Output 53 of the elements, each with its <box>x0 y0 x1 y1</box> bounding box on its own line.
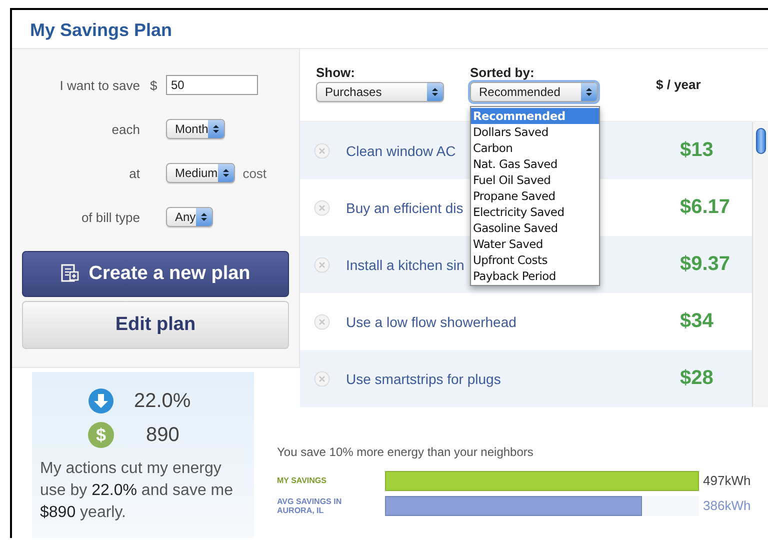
dropdown-select[interactable]: Month <box>166 119 226 139</box>
savings-amount: $13 <box>680 139 714 162</box>
field-label: I want to save <box>60 78 141 92</box>
scrollbar[interactable] <box>752 122 768 407</box>
menu-option[interactable]: Carbon <box>471 140 599 156</box>
field-label: at <box>129 166 141 180</box>
field-label: of bill type <box>81 210 141 224</box>
sort-label: Sorted by: <box>470 65 536 80</box>
bar-label: MY SAVINGS <box>277 476 328 485</box>
menu-option[interactable]: Upfront Costs <box>471 252 599 268</box>
edit-plan-button[interactable]: Edit plan <box>22 301 289 349</box>
scroll-thumb[interactable] <box>756 128 766 154</box>
summary-text: My actions cut my energy use by 22.0% and save me $890 yearly. <box>40 459 234 523</box>
sort-select[interactable]: Recommended <box>470 82 598 102</box>
show-select[interactable]: Purchases <box>316 82 444 102</box>
action-link[interactable]: Use smartstrips for plugs <box>346 370 566 386</box>
dropdown-select[interactable]: Medium <box>166 163 235 183</box>
show-label: Show: <box>316 65 356 80</box>
remove-icon[interactable] <box>314 314 330 330</box>
menu-option[interactable]: Fuel Oil Saved <box>471 172 599 188</box>
document-icon <box>60 264 79 284</box>
dollar-icon: $ <box>88 422 114 448</box>
create-plan-button[interactable]: Create a new plan <box>22 251 289 297</box>
menu-option[interactable]: Electricity Saved <box>471 204 599 220</box>
menu-option[interactable]: Payback Period <box>471 268 599 284</box>
menu-option[interactable]: Water Saved <box>471 236 599 252</box>
menu-option[interactable]: Dollars Saved <box>471 124 599 140</box>
amount-field[interactable]: 50 <box>166 75 258 95</box>
savings-amount: $6.17 <box>680 196 732 219</box>
menu-option[interactable]: Propane Saved <box>471 188 599 204</box>
bar-reading: 497kWh <box>702 473 752 488</box>
remove-icon[interactable] <box>314 142 330 158</box>
remove-icon[interactable] <box>314 370 330 386</box>
savings-amount: $9.37 <box>680 253 732 276</box>
stat-value: 22.0% <box>134 390 191 412</box>
currency-sign: $ <box>150 78 158 92</box>
action-link[interactable]: Use a low flow showerhead <box>346 314 566 330</box>
page-title: My Savings Plan <box>29 19 174 42</box>
field-suffix: cost <box>242 166 267 180</box>
dropdown-select[interactable]: Any <box>166 207 213 227</box>
menu-option[interactable]: Gasoline Saved <box>471 220 599 236</box>
bar-label: AVG SAVINGS IN AURORA, IL <box>277 496 343 514</box>
menu-option[interactable]: Recommended <box>471 108 599 124</box>
bar-reading: 386kWh <box>702 498 752 513</box>
field-label: each <box>112 122 141 136</box>
savings-amount: $34 <box>680 310 714 333</box>
remove-icon[interactable] <box>314 256 330 272</box>
comparison-caption: You save 10% more energy than your neighbors <box>277 445 534 459</box>
column-header: $ / year <box>656 77 701 94</box>
remove-icon[interactable] <box>314 200 330 216</box>
stat-value: 890 <box>145 424 180 446</box>
savings-amount: $28 <box>680 367 714 390</box>
menu-option[interactable]: Nat. Gas Saved <box>471 156 599 172</box>
